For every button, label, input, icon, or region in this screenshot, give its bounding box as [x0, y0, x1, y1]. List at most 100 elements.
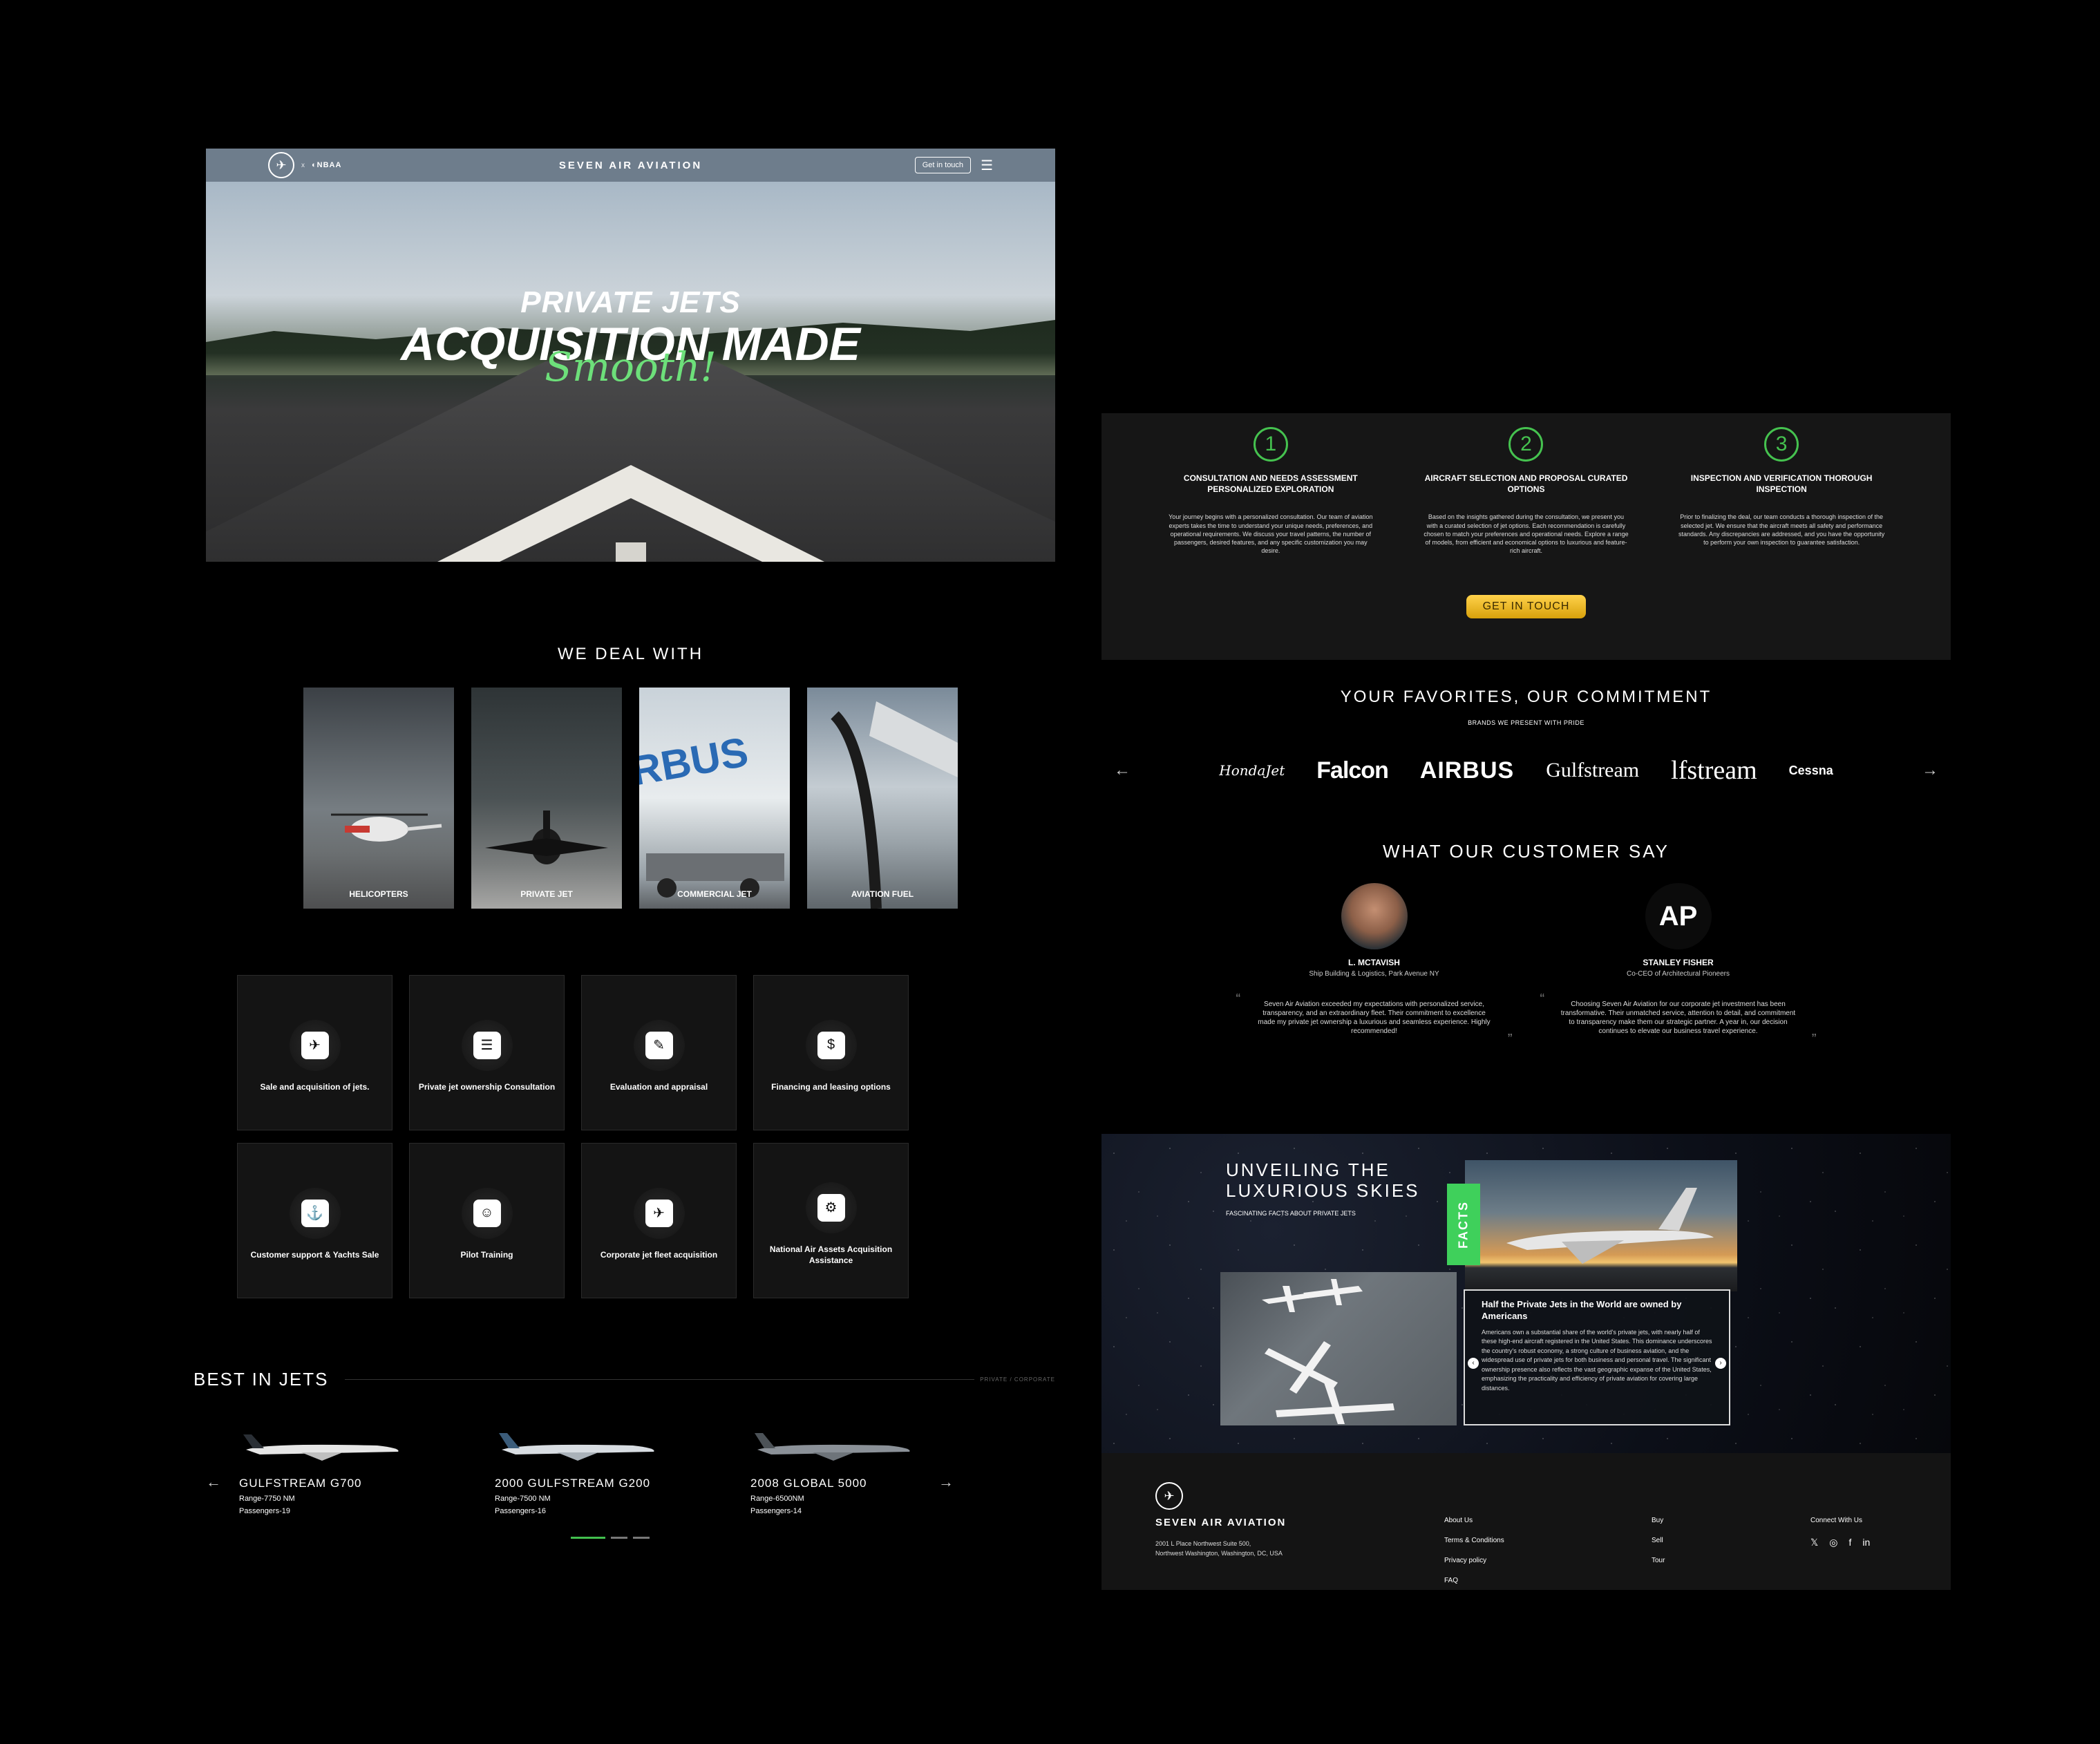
avatar: [1341, 883, 1408, 949]
testimonial-card: L. MCTAVISH Ship Building & Logistics, P…: [1236, 883, 1513, 1048]
carousel-pagination: [164, 1537, 1055, 1539]
deal-card-helicopters[interactable]: HELICOPTERS: [303, 688, 454, 909]
menu-icon[interactable]: ☰: [981, 157, 993, 174]
footer-link-privacy[interactable]: Privacy policy: [1444, 1557, 1504, 1564]
footer-logo[interactable]: ✈: [1155, 1482, 1183, 1510]
service-label: Pilot Training: [460, 1249, 513, 1260]
process-steps-section: 1 CONSULTATION AND NEEDS ASSESSMENT PERS…: [1101, 413, 1951, 660]
jet-name: GULFSTREAM G700: [239, 1477, 362, 1490]
footer-link-terms[interactable]: Terms & Conditions: [1444, 1537, 1504, 1544]
sunset-jet-image: [1465, 1160, 1737, 1291]
brand-logo-carousel: ← HondaJet Falcon AIRBUS Gulfstream lfst…: [1101, 755, 1951, 786]
get-in-touch-button[interactable]: Get in touch: [914, 157, 972, 173]
deal-categories: HELICOPTERS PRIVATE JET RBUS COMMERCIAL …: [206, 688, 1055, 909]
best-in-jets-title: BEST IN JETS: [193, 1369, 329, 1390]
facts-subtitle: FASCINATING FACTS ABOUT PRIVATE JETS: [1226, 1210, 1356, 1217]
deal-card-label: PRIVATE JET: [520, 889, 573, 899]
brands-next-arrow-icon[interactable]: →: [1922, 761, 1938, 780]
hero-line-1: PRIVATE JETS: [520, 285, 741, 319]
service-card[interactable]: ⚓ Customer support & Yachts Sale: [237, 1143, 392, 1298]
fact-card: Half the Private Jets in the World are o…: [1464, 1289, 1730, 1425]
testimonial-name: L. MCTAVISH: [1348, 958, 1400, 967]
footer-link-about[interactable]: About Us: [1444, 1517, 1504, 1524]
footer-link-sell[interactable]: Sell: [1652, 1537, 1665, 1544]
we-deal-with-title: WE DEAL WITH: [557, 645, 704, 663]
brand-logo-falcon[interactable]: Falcon: [1316, 757, 1389, 784]
deal-card-label: COMMERCIAL JET: [677, 889, 752, 899]
step-description: Based on the insights gathered during th…: [1423, 513, 1629, 554]
service-card[interactable]: ☰ Private jet ownership Consultation: [409, 975, 565, 1130]
assets-icon: ⚙: [817, 1193, 845, 1222]
service-label: Private jet ownership Consultation: [418, 1081, 556, 1092]
pagination-dot[interactable]: [610, 1537, 627, 1539]
testimonials-title: WHAT OUR CUSTOMER SAY: [1383, 841, 1669, 862]
commercial-jet-icon: RBUS: [639, 728, 784, 898]
footer-links-services: Buy Sell Tour: [1652, 1517, 1665, 1577]
process-step: 1 CONSULTATION AND NEEDS ASSESSMENT PERS…: [1167, 427, 1374, 555]
service-card[interactable]: ✎ Evaluation and appraisal: [581, 975, 737, 1130]
process-step: 2 AIRCRAFT SELECTION AND PROPOSAL CURATE…: [1422, 427, 1629, 555]
fact-prev-arrow-icon[interactable]: ‹: [1468, 1357, 1479, 1369]
brands-prev-arrow-icon[interactable]: ←: [1114, 761, 1131, 780]
linkedin-icon[interactable]: in: [1862, 1537, 1870, 1548]
brand-logo-hondajet[interactable]: HondaJet: [1219, 762, 1285, 779]
site-title[interactable]: SEVEN AIR AVIATION: [559, 160, 702, 171]
step-description: Prior to finalizing the deal, our team c…: [1678, 513, 1885, 546]
service-card[interactable]: ☺ Pilot Training: [409, 1143, 565, 1298]
carousel-prev-arrow-icon[interactable]: ←: [206, 1473, 221, 1491]
appraisal-icon: ✎: [645, 1031, 673, 1059]
footer-link-faq[interactable]: FAQ: [1444, 1577, 1504, 1584]
service-card[interactable]: ⚙ National Air Assets Acquisition Assist…: [753, 1143, 909, 1298]
footer-link-tour[interactable]: Tour: [1652, 1557, 1665, 1564]
testimonials-row: L. MCTAVISH Ship Building & Logistics, P…: [1101, 883, 1951, 1048]
get-in-touch-cta-button[interactable]: GET IN TOUCH: [1466, 595, 1587, 619]
fact-next-arrow-icon[interactable]: ›: [1715, 1357, 1726, 1369]
facts-section: UNVEILING THE LUXURIOUS SKIES FASCINATIN…: [1101, 1134, 1951, 1453]
service-label: Corporate jet fleet acquisition: [600, 1249, 718, 1260]
deal-card-private-jet[interactable]: PRIVATE JET: [471, 688, 622, 909]
service-card[interactable]: ✈ Sale and acquisition of jets.: [237, 975, 392, 1130]
helicopter-icon: [331, 813, 442, 842]
deal-card-aviation-fuel[interactable]: AVIATION FUEL: [807, 688, 958, 909]
service-label: Sale and acquisition of jets.: [260, 1081, 370, 1092]
step-heading: INSPECTION AND VERIFICATION THOROUGH INS…: [1690, 473, 1873, 495]
jet-card[interactable]: 2000 GULFSTREAM G200 Range-7500 NM Passe…: [495, 1429, 674, 1515]
step-heading: AIRCRAFT SELECTION AND PROPOSAL CURATED …: [1424, 473, 1628, 495]
pagination-dot[interactable]: [632, 1537, 650, 1539]
service-label: Customer support & Yachts Sale: [250, 1249, 379, 1260]
testimonial-quote: Seven Air Aviation exceeded my expectati…: [1236, 990, 1513, 1048]
favorites-title: YOUR FAVORITES, OUR COMMITMENT: [1340, 688, 1712, 706]
aerial-jets-icon: [1262, 1279, 1394, 1424]
best-in-jets-header: BEST IN JETS PRIVATE / CORPORATE: [193, 1369, 1055, 1390]
instagram-icon[interactable]: ◎: [1829, 1537, 1837, 1548]
hero-headline: PRIVATE JETS ACQUISITION MADE Smooth!: [206, 285, 1055, 390]
brand-logo-airbus[interactable]: AIRBUS: [1420, 757, 1514, 784]
finance-icon: $: [817, 1031, 845, 1059]
pagination-dot[interactable]: [570, 1537, 605, 1539]
jet-card[interactable]: GULFSTREAM G700 Range-7750 NM Passengers…: [239, 1429, 419, 1515]
service-card[interactable]: $ Financing and leasing options: [753, 975, 909, 1130]
seven-air-logo[interactable]: ✈: [268, 152, 294, 178]
fuel-hose-icon: [831, 701, 958, 909]
site-footer: ✈ SEVEN AIR AVIATION 2001 L Place Northw…: [1101, 1453, 1951, 1590]
x-twitter-icon[interactable]: 𝕏: [1810, 1537, 1818, 1548]
brand-logo-cessna[interactable]: Cessna: [1789, 764, 1833, 778]
service-label: Evaluation and appraisal: [609, 1081, 708, 1092]
service-card[interactable]: ✈ Corporate jet fleet acquisition: [581, 1143, 737, 1298]
footer-link-buy[interactable]: Buy: [1652, 1517, 1665, 1524]
carousel-next-arrow-icon[interactable]: →: [938, 1473, 954, 1491]
jet-card[interactable]: 2008 GLOBAL 5000 Range-6500NM Passengers…: [750, 1429, 930, 1515]
testimonial-role: Co-CEO of Architectural Pioneers: [1627, 970, 1730, 978]
facts-title: UNVEILING THE LUXURIOUS SKIES: [1226, 1159, 1420, 1202]
parked-jets-aerial-image: [1220, 1272, 1457, 1425]
brand-logo-gulfstream-partial[interactable]: lfstream: [1671, 755, 1757, 786]
svg-text:RBUS: RBUS: [639, 728, 751, 795]
category-filter[interactable]: PRIVATE / CORPORATE: [980, 1376, 1055, 1383]
private-jet-front-icon: [485, 811, 608, 864]
deal-card-commercial-jet[interactable]: RBUS COMMERCIAL JET: [639, 688, 790, 909]
jet-range: Range-6500NM: [750, 1495, 804, 1503]
facebook-icon[interactable]: f: [1849, 1537, 1852, 1548]
brand-logo-gulfstream[interactable]: Gulfstream: [1546, 759, 1639, 782]
fact-title: Half the Private Jets in the World are o…: [1482, 1299, 1682, 1321]
support-icon: ⚓: [301, 1199, 329, 1227]
